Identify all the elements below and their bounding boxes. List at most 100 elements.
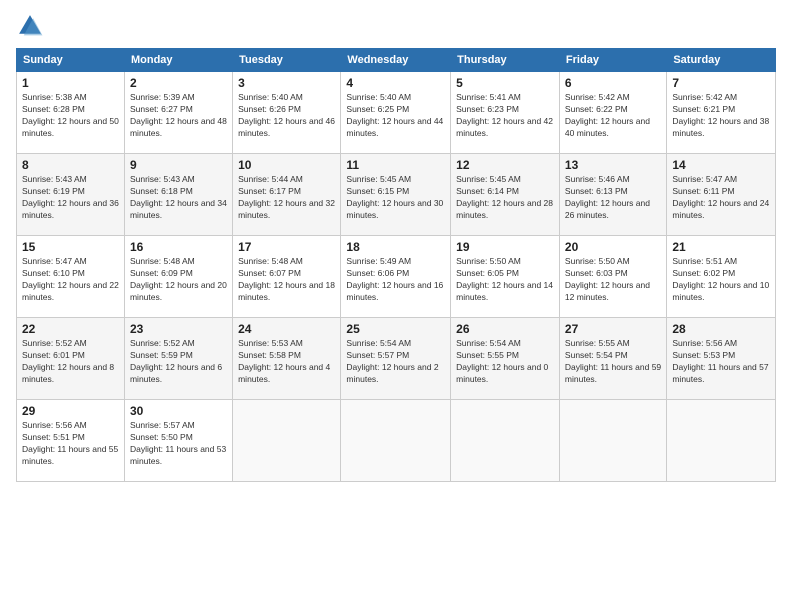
day-number: 1 — [22, 76, 119, 90]
calendar-cell: 1 Sunrise: 5:38 AMSunset: 6:28 PMDaylight… — [17, 72, 125, 154]
calendar-cell — [667, 400, 776, 482]
day-number: 25 — [346, 322, 445, 336]
day-detail: Sunrise: 5:50 AMSunset: 6:05 PMDaylight:… — [456, 256, 554, 304]
day-number: 23 — [130, 322, 227, 336]
calendar-cell: 9 Sunrise: 5:43 AMSunset: 6:18 PMDaylight… — [124, 154, 232, 236]
calendar-cell: 14 Sunrise: 5:47 AMSunset: 6:11 PMDayligh… — [667, 154, 776, 236]
day-number: 30 — [130, 404, 227, 418]
calendar-cell: 7 Sunrise: 5:42 AMSunset: 6:21 PMDaylight… — [667, 72, 776, 154]
calendar-cell: 2Sunrise: 5:39 AMSunset: 6:27 PMDaylight… — [124, 72, 232, 154]
calendar-cell: 15 Sunrise: 5:47 AMSunset: 6:10 PMDayligh… — [17, 236, 125, 318]
weekday-header-saturday: Saturday — [667, 49, 776, 72]
calendar-cell: 3 Sunrise: 5:40 AMSunset: 6:26 PMDaylight… — [233, 72, 341, 154]
calendar-cell: 24Sunrise: 5:53 AMSunset: 5:58 PMDayligh… — [233, 318, 341, 400]
day-number: 18 — [346, 240, 445, 254]
day-detail: Sunrise: 5:40 AMSunset: 6:26 PMDaylight:… — [238, 92, 335, 140]
calendar-cell: 20 Sunrise: 5:50 AMSunset: 6:03 PMDayligh… — [559, 236, 666, 318]
day-detail: Sunrise: 5:45 AMSunset: 6:15 PMDaylight:… — [346, 174, 445, 222]
calendar-cell: 28 Sunrise: 5:56 AMSunset: 5:53 PMDayligh… — [667, 318, 776, 400]
day-number: 21 — [672, 240, 770, 254]
calendar-cell: 8 Sunrise: 5:43 AMSunset: 6:19 PMDaylight… — [17, 154, 125, 236]
calendar-cell: 25 Sunrise: 5:54 AMSunset: 5:57 PMDayligh… — [341, 318, 451, 400]
day-detail: Sunrise: 5:45 AMSunset: 6:14 PMDaylight:… — [456, 174, 554, 222]
calendar-table: SundayMondayTuesdayWednesdayThursdayFrid… — [16, 48, 776, 482]
day-detail: Sunrise: 5:42 AMSunset: 6:21 PMDaylight:… — [672, 92, 770, 140]
calendar-cell: 12 Sunrise: 5:45 AMSunset: 6:14 PMDayligh… — [451, 154, 560, 236]
day-detail: Sunrise: 5:56 AMSunset: 5:53 PMDaylight:… — [672, 338, 770, 386]
weekday-header-thursday: Thursday — [451, 49, 560, 72]
calendar-cell: 6Sunrise: 5:42 AMSunset: 6:22 PMDaylight… — [559, 72, 666, 154]
calendar-cell: 21 Sunrise: 5:51 AMSunset: 6:02 PMDayligh… — [667, 236, 776, 318]
calendar-cell: 30 Sunrise: 5:57 AMSunset: 5:50 PMDayligh… — [124, 400, 232, 482]
day-number: 19 — [456, 240, 554, 254]
week-row-2: 8 Sunrise: 5:43 AMSunset: 6:19 PMDaylight… — [17, 154, 776, 236]
day-detail: Sunrise: 5:52 AMSunset: 5:59 PMDaylight:… — [130, 338, 227, 386]
day-detail: Sunrise: 5:50 AMSunset: 6:03 PMDaylight:… — [565, 256, 661, 304]
day-detail: Sunrise: 5:47 AMSunset: 6:11 PMDaylight:… — [672, 174, 770, 222]
calendar-cell: 16 Sunrise: 5:48 AMSunset: 6:09 PMDayligh… — [124, 236, 232, 318]
day-detail: Sunrise: 5:51 AMSunset: 6:02 PMDaylight:… — [672, 256, 770, 304]
day-number: 8 — [22, 158, 119, 172]
day-detail: Sunrise: 5:57 AMSunset: 5:50 PMDaylight:… — [130, 420, 227, 468]
day-detail: Sunrise: 5:56 AMSunset: 5:51 PMDaylight:… — [22, 420, 119, 468]
day-detail: Sunrise: 5:40 AMSunset: 6:25 PMDaylight:… — [346, 92, 445, 140]
calendar-page: SundayMondayTuesdayWednesdayThursdayFrid… — [0, 0, 792, 612]
calendar-cell: 18Sunrise: 5:49 AMSunset: 6:06 PMDayligh… — [341, 236, 451, 318]
calendar-cell: 5 Sunrise: 5:41 AMSunset: 6:23 PMDaylight… — [451, 72, 560, 154]
calendar-cell: 29 Sunrise: 5:56 AMSunset: 5:51 PMDayligh… — [17, 400, 125, 482]
calendar-cell: 22Sunrise: 5:52 AMSunset: 6:01 PMDayligh… — [17, 318, 125, 400]
weekday-header-wednesday: Wednesday — [341, 49, 451, 72]
calendar-cell: 26Sunrise: 5:54 AMSunset: 5:55 PMDayligh… — [451, 318, 560, 400]
day-detail: Sunrise: 5:55 AMSunset: 5:54 PMDaylight:… — [565, 338, 661, 386]
day-detail: Sunrise: 5:48 AMSunset: 6:09 PMDaylight:… — [130, 256, 227, 304]
day-detail: Sunrise: 5:43 AMSunset: 6:18 PMDaylight:… — [130, 174, 227, 222]
calendar-cell — [451, 400, 560, 482]
day-detail: Sunrise: 5:54 AMSunset: 5:57 PMDaylight:… — [346, 338, 445, 386]
day-number: 13 — [565, 158, 661, 172]
calendar-cell: 23 Sunrise: 5:52 AMSunset: 5:59 PMDayligh… — [124, 318, 232, 400]
calendar-cell: 13 Sunrise: 5:46 AMSunset: 6:13 PMDayligh… — [559, 154, 666, 236]
day-number: 10 — [238, 158, 335, 172]
week-row-3: 15 Sunrise: 5:47 AMSunset: 6:10 PMDayligh… — [17, 236, 776, 318]
day-detail: Sunrise: 5:41 AMSunset: 6:23 PMDaylight:… — [456, 92, 554, 140]
day-detail: Sunrise: 5:48 AMSunset: 6:07 PMDaylight:… — [238, 256, 335, 304]
week-row-1: 1 Sunrise: 5:38 AMSunset: 6:28 PMDaylight… — [17, 72, 776, 154]
day-detail: Sunrise: 5:39 AMSunset: 6:27 PMDaylight:… — [130, 92, 227, 140]
weekday-header-friday: Friday — [559, 49, 666, 72]
week-row-4: 22Sunrise: 5:52 AMSunset: 6:01 PMDayligh… — [17, 318, 776, 400]
logo-icon — [16, 12, 44, 40]
day-number: 28 — [672, 322, 770, 336]
day-number: 20 — [565, 240, 661, 254]
calendar-cell: 4 Sunrise: 5:40 AMSunset: 6:25 PMDaylight… — [341, 72, 451, 154]
header — [16, 12, 776, 40]
weekday-header-row: SundayMondayTuesdayWednesdayThursdayFrid… — [17, 49, 776, 72]
day-number: 9 — [130, 158, 227, 172]
day-number: 7 — [672, 76, 770, 90]
day-number: 4 — [346, 76, 445, 90]
day-number: 15 — [22, 240, 119, 254]
weekday-header-tuesday: Tuesday — [233, 49, 341, 72]
day-number: 12 — [456, 158, 554, 172]
day-detail: Sunrise: 5:46 AMSunset: 6:13 PMDaylight:… — [565, 174, 661, 222]
day-number: 5 — [456, 76, 554, 90]
day-number: 17 — [238, 240, 335, 254]
day-detail: Sunrise: 5:47 AMSunset: 6:10 PMDaylight:… — [22, 256, 119, 304]
day-number: 3 — [238, 76, 335, 90]
calendar-cell — [559, 400, 666, 482]
calendar-cell: 11 Sunrise: 5:45 AMSunset: 6:15 PMDayligh… — [341, 154, 451, 236]
day-detail: Sunrise: 5:43 AMSunset: 6:19 PMDaylight:… — [22, 174, 119, 222]
day-detail: Sunrise: 5:42 AMSunset: 6:22 PMDaylight:… — [565, 92, 661, 140]
day-detail: Sunrise: 5:52 AMSunset: 6:01 PMDaylight:… — [22, 338, 119, 386]
day-number: 29 — [22, 404, 119, 418]
day-detail: Sunrise: 5:38 AMSunset: 6:28 PMDaylight:… — [22, 92, 119, 140]
day-number: 11 — [346, 158, 445, 172]
day-number: 27 — [565, 322, 661, 336]
logo — [16, 12, 48, 40]
day-detail: Sunrise: 5:54 AMSunset: 5:55 PMDaylight:… — [456, 338, 554, 386]
calendar-cell: 19 Sunrise: 5:50 AMSunset: 6:05 PMDayligh… — [451, 236, 560, 318]
day-number: 14 — [672, 158, 770, 172]
day-detail: Sunrise: 5:44 AMSunset: 6:17 PMDaylight:… — [238, 174, 335, 222]
day-number: 16 — [130, 240, 227, 254]
week-row-5: 29 Sunrise: 5:56 AMSunset: 5:51 PMDayligh… — [17, 400, 776, 482]
calendar-cell — [233, 400, 341, 482]
